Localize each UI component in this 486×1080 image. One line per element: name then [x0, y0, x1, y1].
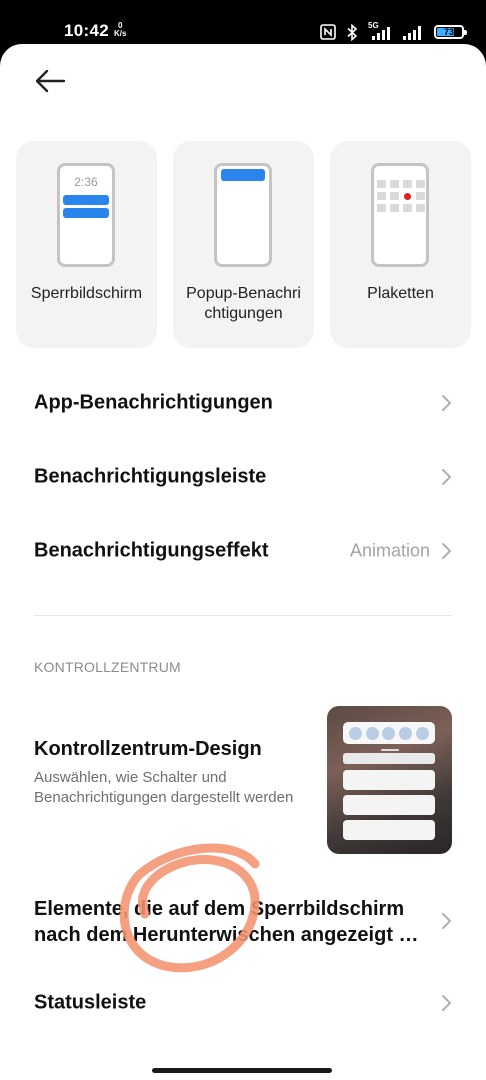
notification-preview — [343, 820, 435, 840]
app-notifications-row[interactable]: App-Benachrichtigungen — [0, 373, 486, 433]
popup-style-card[interactable]: Popup-Benachri chtigungen — [173, 141, 314, 348]
quick-toggles-preview — [343, 722, 435, 744]
popup-phone-illustration — [214, 163, 272, 267]
battery-icon: 73 — [434, 25, 467, 39]
settings-sheet: 2:36 Sperrbildschirm Popup-Benachri chti… — [0, 44, 486, 1080]
row-title: Statusleiste — [34, 991, 147, 1014]
preview-time: 2:36 — [74, 175, 98, 189]
badge-dot-icon — [404, 193, 411, 200]
row-value: Animation — [349, 540, 430, 561]
network-speed-unit: K/s — [114, 29, 127, 38]
app-icon-grid — [377, 180, 425, 212]
row-title: Kontrollzentrum-Design — [34, 738, 262, 760]
lockscreen-elements-row[interactable]: Elemente, die auf dem Sperrbildschirm na… — [0, 880, 486, 962]
notification-preview — [343, 795, 435, 815]
network-speed: 0 K/s — [114, 22, 126, 38]
drag-handle-preview — [381, 749, 399, 751]
bluetooth-icon — [347, 23, 358, 41]
notification-bar-row[interactable]: Benachrichtigungsleiste — [0, 447, 486, 507]
section-header: KONTROLLZENTRUM — [34, 659, 181, 675]
preview-notification-bar — [63, 195, 109, 205]
brightness-slider-preview — [343, 753, 435, 764]
card-label: Plaketten — [367, 285, 434, 302]
row-title: Elemente, die auf dem Sperrbildschirm na… — [34, 898, 419, 946]
notification-effect-row[interactable]: Benachrichtigungseffekt Animation — [0, 521, 486, 581]
control-center-design-row[interactable]: Kontrollzentrum-Design Auswählen, wie Sc… — [0, 700, 486, 860]
chevron-right-icon — [442, 395, 451, 411]
row-title: App-Benachrichtigungen — [34, 391, 273, 414]
status-bar: 10:42 0 K/s 5G 73 — [0, 0, 486, 48]
lockscreen-style-card[interactable]: 2:36 Sperrbildschirm — [16, 141, 157, 348]
card-label: Sperrbildschirm — [30, 285, 143, 302]
lockscreen-phone-illustration: 2:36 — [57, 163, 115, 267]
signal-bars-2-icon — [403, 26, 421, 40]
preview-notification-bar — [63, 208, 109, 218]
control-center-preview-thumbnail — [327, 706, 452, 854]
divider — [34, 615, 452, 616]
status-icons: 5G 73 — [320, 20, 467, 44]
back-arrow-icon[interactable] — [32, 66, 68, 96]
row-title: Benachrichtigungsleiste — [34, 465, 267, 488]
notification-preview — [343, 770, 435, 790]
chevron-right-icon — [442, 995, 451, 1011]
row-subtitle: Auswählen, wie Schalter und Benachrichti… — [34, 769, 294, 806]
signal-5g: 5G — [368, 21, 392, 41]
status-bar-row[interactable]: Statusleiste — [0, 973, 486, 1033]
chevron-right-icon — [442, 469, 451, 485]
chevron-right-icon — [442, 543, 451, 559]
row-title: Benachrichtigungseffekt — [34, 539, 269, 562]
chevron-right-icon — [442, 913, 451, 929]
signal-bars-icon — [372, 27, 390, 40]
status-time: 10:42 — [64, 21, 109, 40]
badges-style-card[interactable]: Plaketten — [330, 141, 471, 348]
nfc-icon — [320, 24, 336, 40]
notification-style-cards: 2:36 Sperrbildschirm Popup-Benachri chti… — [16, 141, 471, 348]
badges-phone-illustration — [371, 163, 429, 267]
battery-level: 73 — [443, 27, 454, 37]
card-label: Popup-Benachri chtigungen — [186, 285, 301, 322]
preview-popup-bar — [221, 169, 265, 181]
home-indicator — [152, 1068, 332, 1073]
